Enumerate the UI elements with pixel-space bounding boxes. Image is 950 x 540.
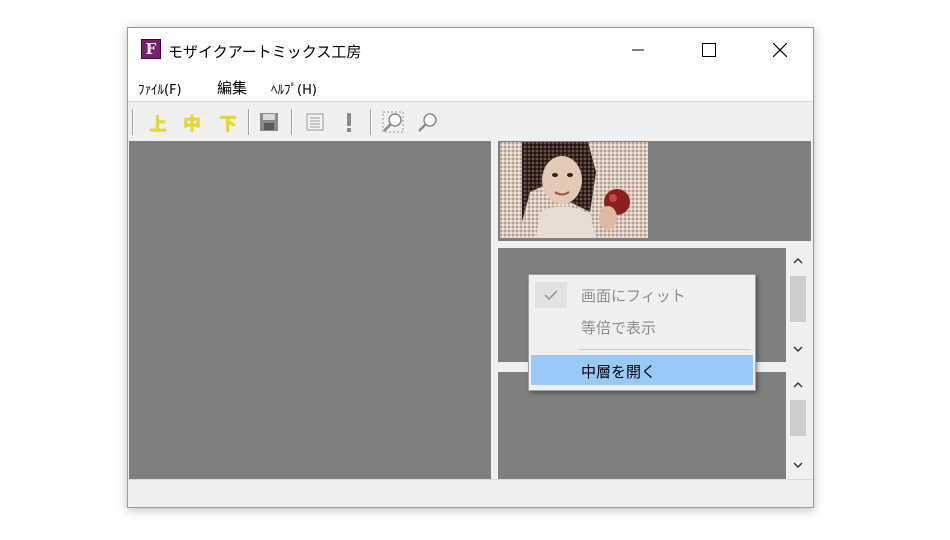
down-layer-label: 下: [219, 114, 237, 135]
chevron-down-icon: [793, 462, 803, 468]
context-menu-label: 画面にフィット: [581, 287, 686, 305]
context-menu: 画面にフィット 等倍で表示 中層を開く: [528, 274, 756, 391]
maximize-button[interactable]: [685, 28, 733, 72]
up-layer-button[interactable]: 上: [146, 110, 170, 135]
save-icon: [260, 113, 278, 131]
menu-file[interactable]: ﾌｧｲﾙ(F): [138, 79, 182, 98]
checkmark-icon: [535, 282, 567, 308]
down-layer-button[interactable]: 下: [216, 110, 240, 135]
scroll-down-button[interactable]: [787, 454, 809, 476]
save-button[interactable]: [257, 110, 281, 134]
chevron-up-icon: [793, 382, 803, 388]
context-menu-separator: [579, 349, 751, 350]
toolbar: 上 中 下: [128, 103, 813, 139]
mosaic-thumbnail-image: [500, 142, 648, 238]
middle-layer-label: 中: [183, 114, 201, 135]
context-menu-item-open-middle-layer[interactable]: 中層を開く: [531, 355, 753, 385]
up-layer-label: 上: [149, 114, 167, 135]
middle-layer-button[interactable]: 中: [180, 110, 204, 135]
chevron-down-icon: [793, 346, 803, 352]
menu-bar: ﾌｧｲﾙ(F) 編集 ﾍﾙﾌﾟ(H): [128, 72, 813, 102]
lower-panel-scrollbar[interactable]: [787, 372, 809, 479]
toolbar-separator: [132, 109, 134, 135]
zoom-fit-button[interactable]: [381, 110, 405, 134]
exclamation-icon: [347, 113, 351, 132]
main-canvas-panel[interactable]: [129, 141, 491, 479]
minimize-button[interactable]: [614, 28, 662, 72]
toolbar-separator: [370, 109, 372, 135]
thumbnail-panel[interactable]: [498, 141, 811, 241]
zoom-fit-icon: [382, 111, 404, 133]
scroll-thumb[interactable]: [790, 400, 806, 436]
close-icon: [773, 43, 787, 57]
status-bar: [128, 479, 813, 507]
zoom-button[interactable]: [416, 110, 440, 134]
scroll-up-button[interactable]: [787, 374, 809, 396]
toolbar-separator: [291, 109, 293, 135]
zoom-icon: [418, 113, 437, 132]
list-icon: [306, 113, 324, 131]
app-icon: F: [141, 39, 161, 59]
window-title: モザイクアートミックス工房: [168, 43, 362, 61]
scroll-up-button[interactable]: [787, 250, 809, 272]
close-button[interactable]: [756, 28, 804, 72]
title-bar[interactable]: F モザイクアートミックス工房: [128, 28, 813, 72]
scroll-down-button[interactable]: [787, 338, 809, 360]
context-menu-label: 中層を開く: [581, 363, 657, 381]
middle-panel-scrollbar[interactable]: [787, 248, 809, 362]
toolbar-separator: [248, 109, 250, 135]
menu-help[interactable]: ﾍﾙﾌﾟ(H): [271, 79, 317, 98]
context-menu-label: 等倍で表示: [581, 319, 657, 337]
context-menu-item-actual-size[interactable]: 等倍で表示: [531, 311, 753, 341]
maximize-icon: [702, 43, 716, 57]
chevron-up-icon: [793, 258, 803, 264]
menu-edit[interactable]: 編集: [217, 77, 247, 98]
execute-button[interactable]: [337, 110, 361, 134]
scroll-thumb[interactable]: [790, 276, 806, 322]
minimize-icon: [632, 49, 644, 51]
context-menu-item-fit-to-screen[interactable]: 画面にフィット: [531, 279, 753, 309]
app-window: F モザイクアートミックス工房 ﾌｧｲﾙ(F) 編集 ﾍﾙﾌﾟ(H) 上 中 下: [127, 27, 814, 508]
list-button[interactable]: [303, 110, 327, 134]
